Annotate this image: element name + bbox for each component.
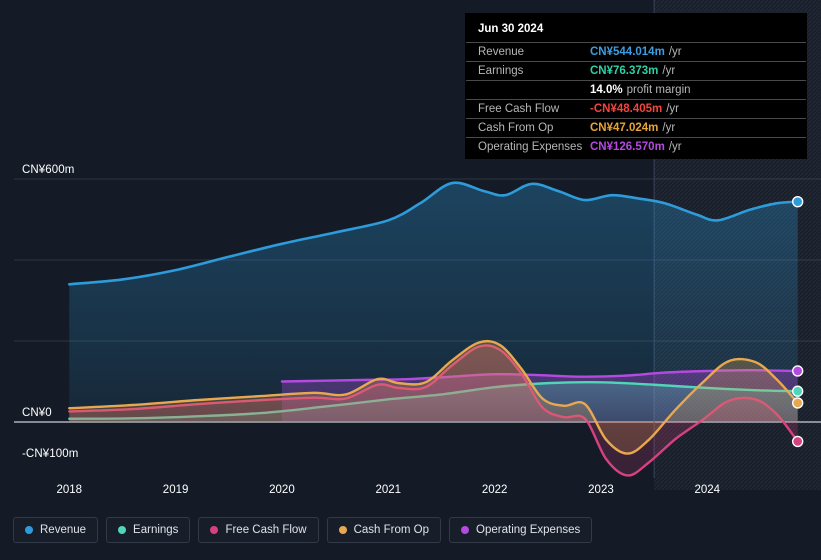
- tooltip-row-label: Free Cash Flow: [478, 103, 560, 115]
- legend-dot-icon: [118, 526, 127, 534]
- y-axis-label-2: -CN¥100m: [22, 447, 79, 460]
- tooltip-row-label: Earnings: [478, 65, 524, 77]
- chart-legend: Revenue Earnings Free Cash Flow Cash From O…: [13, 517, 593, 543]
- data-tooltip: Jun 30 2024 Revenue CN¥544.014m/yr Earning…: [466, 14, 806, 158]
- legend-item-label: Revenue: [40, 524, 87, 536]
- legend-item-free-cash-flow[interactable]: Free Cash Flow: [198, 517, 319, 543]
- tooltip-row-unit: /yr: [666, 103, 680, 115]
- legend-dot-icon: [210, 526, 219, 534]
- tooltip-row-value: CN¥544.014m: [590, 46, 665, 58]
- tooltip-rows: Revenue CN¥544.014m/yr Earnings CN¥76.373m /…: [466, 42, 806, 156]
- x-axis-label-2018: 2018: [56, 484, 83, 496]
- endpoint-marker-earnings: [791, 385, 804, 397]
- tooltip-row-label: Operating Expenses: [478, 141, 583, 153]
- tooltip-row-unit: /yr: [662, 122, 676, 134]
- x-axis-label-2022: 2022: [481, 484, 508, 496]
- tooltip-row-value: CN¥47.024m: [590, 122, 659, 134]
- tooltip-row: Revenue CN¥544.014m/yr: [466, 42, 806, 61]
- endpoint-marker-operating-expenses: [791, 365, 804, 377]
- legend-dot-icon: [25, 526, 33, 534]
- legend-dot-icon: [461, 526, 470, 534]
- endpoint-marker-revenue: [791, 195, 804, 208]
- y-axis-label-1: CN¥0: [22, 407, 52, 419]
- x-axis-label-2019: 2019: [162, 484, 189, 496]
- endpoint-marker-free-cash-flow: [791, 435, 804, 448]
- tooltip-row-value: -CN¥48.405m: [590, 103, 663, 115]
- tooltip-row-value: CN¥126.570m: [590, 141, 665, 153]
- x-axis-label-2021: 2021: [375, 484, 402, 496]
- endpoint-marker-cash-from-op: [791, 397, 804, 409]
- tooltip-date: Jun 30 2024: [478, 23, 544, 35]
- legend-item-label: Cash From Op: [353, 524, 430, 536]
- x-axis-label-2024: 2024: [694, 484, 721, 496]
- tooltip-row-label: Revenue: [478, 46, 525, 58]
- legend-item-label: Earnings: [133, 524, 179, 536]
- legend-item-cash-from-op[interactable]: Cash From Op: [326, 517, 442, 543]
- tooltip-row-unit: /yr: [668, 141, 682, 153]
- tooltip-row-unit: /yr: [662, 65, 676, 77]
- tooltip-row: Cash From Op CN¥47.024m/yr: [466, 118, 806, 137]
- tooltip-row-subtext: profit margin: [626, 84, 691, 96]
- x-axis-label-2020: 2020: [269, 484, 295, 496]
- x-axis-label-2023: 2023: [588, 484, 614, 496]
- legend-item-label: Operating Expenses: [476, 524, 581, 536]
- legend-item-label: Free Cash Flow: [225, 524, 307, 536]
- legend-item-earnings[interactable]: Earnings: [106, 517, 191, 543]
- legend-item-revenue[interactable]: Revenue: [13, 517, 99, 543]
- tooltip-row-label: Cash From Op: [478, 122, 554, 134]
- chart-root: CN¥600m CN¥0 -CN¥100m 2018 2019 2020 2021 2022…: [0, 0, 821, 560]
- tooltip-row-value: 14.0%: [590, 84, 623, 96]
- tooltip-row: Operating Expenses CN¥126.570m/yr: [466, 137, 806, 156]
- tooltip-row: Free Cash Flow -CN¥48.405m/yr: [466, 99, 806, 118]
- legend-item-operating-expenses[interactable]: Operating Expenses: [449, 517, 593, 543]
- legend-dot-icon: [338, 526, 347, 534]
- tooltip-row: Earnings CN¥76.373m/yr: [466, 61, 806, 80]
- tooltip-row: 14.0% profit margin: [466, 80, 806, 99]
- tooltip-row-value: CN¥76.373m: [590, 65, 659, 77]
- tooltip-row-unit: /yr: [668, 46, 682, 58]
- y-axis-label-0: CN¥600m: [22, 164, 75, 176]
